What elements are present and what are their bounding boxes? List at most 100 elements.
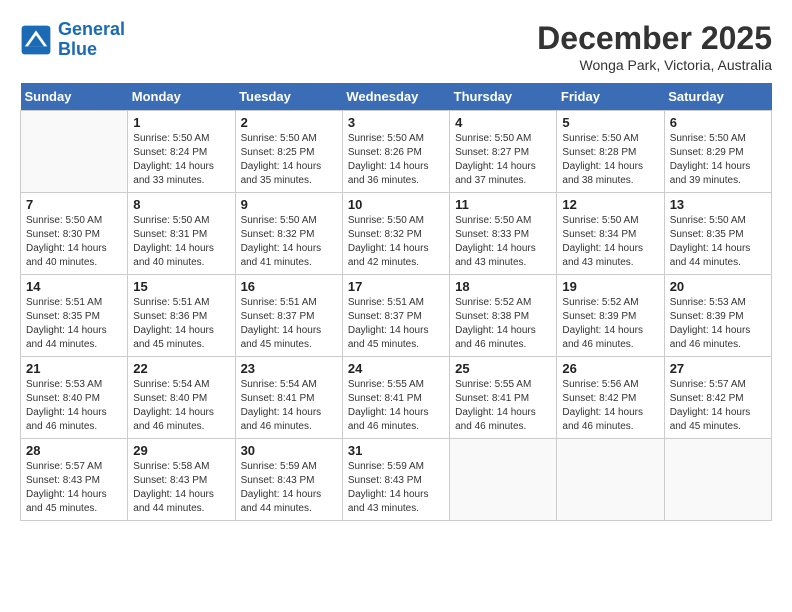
calendar-cell: 18 Sunrise: 5:52 AM Sunset: 8:38 PM Dayli… [450,275,557,357]
calendar-cell: 19Sunrise: 5:52 AM Sunset: 8:39 PM Dayli… [557,275,664,357]
day-number: 29 [133,443,229,458]
day-number: 7 [26,197,122,212]
day-number: 8 [133,197,229,212]
day-info: Sunrise: 5:52 AM Sunset: 8:38 PM Dayligh… [455,296,551,352]
day-info: Sunrise: 5:58 AM Sunset: 8:43 PM Dayligh… [133,460,229,516]
day-info: Sunrise: 5:50 AM Sunset: 8:32 PM Dayligh… [241,214,337,270]
col-friday: Friday [557,83,664,111]
calendar-cell [21,111,128,193]
day-info: Sunrise: 5:50 AM Sunset: 8:25 PM Dayligh… [241,132,337,188]
day-number: 16 [241,279,337,294]
day-info: Sunrise: 5:59 AM Sunset: 8:43 PM Dayligh… [348,460,444,516]
calendar-cell: 9 Sunrise: 5:50 AM Sunset: 8:32 PM Daylig… [235,193,342,275]
day-number: 30 [241,443,337,458]
day-number: 1 [133,115,229,130]
day-info: Sunrise: 5:50 AM Sunset: 8:33 PM Dayligh… [455,214,551,270]
calendar-cell: 31 Sunrise: 5:59 AM Sunset: 8:43 PM Dayli… [342,439,449,521]
title-block: December 2025 Wonga Park, Victoria, Aust… [537,20,772,73]
calendar-cell: 7 Sunrise: 5:50 AM Sunset: 8:30 PM Daylig… [21,193,128,275]
calendar-cell: 8Sunrise: 5:50 AM Sunset: 8:31 PM Daylig… [128,193,235,275]
day-number: 9 [241,197,337,212]
logo-line2: Blue [58,39,97,59]
day-number: 3 [348,115,444,130]
day-info: Sunrise: 5:50 AM Sunset: 8:26 PM Dayligh… [348,132,444,188]
day-number: 26 [562,361,658,376]
day-number: 18 [455,279,551,294]
page-header: General Blue December 2025 Wonga Park, V… [20,20,772,73]
day-number: 28 [26,443,122,458]
day-number: 10 [348,197,444,212]
calendar-cell: 28 Sunrise: 5:57 AM Sunset: 8:43 PM Dayli… [21,439,128,521]
month-title: December 2025 [537,20,772,57]
day-number: 4 [455,115,551,130]
calendar-week-3: 14Sunrise: 5:51 AM Sunset: 8:35 PM Dayli… [21,275,772,357]
calendar-cell [557,439,664,521]
day-info: Sunrise: 5:51 AM Sunset: 8:37 PM Dayligh… [348,296,444,352]
day-number: 19 [562,279,658,294]
day-number: 25 [455,361,551,376]
calendar-cell: 4Sunrise: 5:50 AM Sunset: 8:27 PM Daylig… [450,111,557,193]
calendar-cell: 15 Sunrise: 5:51 AM Sunset: 8:36 PM Dayli… [128,275,235,357]
logo-line1: General [58,19,125,39]
day-info: Sunrise: 5:55 AM Sunset: 8:41 PM Dayligh… [348,378,444,434]
calendar-cell: 12Sunrise: 5:50 AM Sunset: 8:34 PM Dayli… [557,193,664,275]
calendar-cell [450,439,557,521]
day-info: Sunrise: 5:51 AM Sunset: 8:36 PM Dayligh… [133,296,229,352]
day-info: Sunrise: 5:54 AM Sunset: 8:41 PM Dayligh… [241,378,337,434]
day-info: Sunrise: 5:53 AM Sunset: 8:40 PM Dayligh… [26,378,122,434]
day-info: Sunrise: 5:50 AM Sunset: 8:30 PM Dayligh… [26,214,122,270]
calendar-cell [664,439,771,521]
day-number: 15 [133,279,229,294]
calendar-cell: 3 Sunrise: 5:50 AM Sunset: 8:26 PM Daylig… [342,111,449,193]
day-number: 31 [348,443,444,458]
day-number: 6 [670,115,766,130]
day-info: Sunrise: 5:51 AM Sunset: 8:37 PM Dayligh… [241,296,337,352]
calendar-cell: 21Sunrise: 5:53 AM Sunset: 8:40 PM Dayli… [21,357,128,439]
calendar-week-4: 21Sunrise: 5:53 AM Sunset: 8:40 PM Dayli… [21,357,772,439]
col-thursday: Thursday [450,83,557,111]
day-number: 5 [562,115,658,130]
calendar-cell: 30 Sunrise: 5:59 AM Sunset: 8:43 PM Dayli… [235,439,342,521]
day-number: 2 [241,115,337,130]
calendar-cell: 25 Sunrise: 5:55 AM Sunset: 8:41 PM Dayli… [450,357,557,439]
calendar-cell: 5 Sunrise: 5:50 AM Sunset: 8:28 PM Daylig… [557,111,664,193]
logo-icon [20,24,52,56]
day-number: 17 [348,279,444,294]
col-sunday: Sunday [21,83,128,111]
day-number: 20 [670,279,766,294]
day-info: Sunrise: 5:57 AM Sunset: 8:43 PM Dayligh… [26,460,122,516]
day-info: Sunrise: 5:50 AM Sunset: 8:35 PM Dayligh… [670,214,766,270]
calendar-week-1: 1 Sunrise: 5:50 AM Sunset: 8:24 PM Daylig… [21,111,772,193]
col-monday: Monday [128,83,235,111]
calendar-cell: 27Sunrise: 5:57 AM Sunset: 8:42 PM Dayli… [664,357,771,439]
day-number: 23 [241,361,337,376]
calendar-table: Sunday Monday Tuesday Wednesday Thursday… [20,83,772,521]
location-subtitle: Wonga Park, Victoria, Australia [537,57,772,73]
calendar-cell: 1 Sunrise: 5:50 AM Sunset: 8:24 PM Daylig… [128,111,235,193]
calendar-week-5: 28 Sunrise: 5:57 AM Sunset: 8:43 PM Dayli… [21,439,772,521]
calendar-cell: 2 Sunrise: 5:50 AM Sunset: 8:25 PM Daylig… [235,111,342,193]
calendar-cell: 26Sunrise: 5:56 AM Sunset: 8:42 PM Dayli… [557,357,664,439]
calendar-cell: 10 Sunrise: 5:50 AM Sunset: 8:32 PM Dayli… [342,193,449,275]
logo-text: General Blue [58,20,125,60]
day-info: Sunrise: 5:50 AM Sunset: 8:32 PM Dayligh… [348,214,444,270]
calendar-cell: 13Sunrise: 5:50 AM Sunset: 8:35 PM Dayli… [664,193,771,275]
calendar-week-2: 7 Sunrise: 5:50 AM Sunset: 8:30 PM Daylig… [21,193,772,275]
col-wednesday: Wednesday [342,83,449,111]
calendar-cell: 14Sunrise: 5:51 AM Sunset: 8:35 PM Dayli… [21,275,128,357]
calendar-cell: 16 Sunrise: 5:51 AM Sunset: 8:37 PM Dayli… [235,275,342,357]
day-number: 11 [455,197,551,212]
day-info: Sunrise: 5:53 AM Sunset: 8:39 PM Dayligh… [670,296,766,352]
col-tuesday: Tuesday [235,83,342,111]
calendar-cell: 24 Sunrise: 5:55 AM Sunset: 8:41 PM Dayli… [342,357,449,439]
day-info: Sunrise: 5:50 AM Sunset: 8:34 PM Dayligh… [562,214,658,270]
day-number: 24 [348,361,444,376]
day-info: Sunrise: 5:59 AM Sunset: 8:43 PM Dayligh… [241,460,337,516]
calendar-cell: 23 Sunrise: 5:54 AM Sunset: 8:41 PM Dayli… [235,357,342,439]
calendar-cell: 22Sunrise: 5:54 AM Sunset: 8:40 PM Dayli… [128,357,235,439]
day-info: Sunrise: 5:50 AM Sunset: 8:28 PM Dayligh… [562,132,658,188]
day-info: Sunrise: 5:55 AM Sunset: 8:41 PM Dayligh… [455,378,551,434]
day-info: Sunrise: 5:50 AM Sunset: 8:24 PM Dayligh… [133,132,229,188]
day-number: 27 [670,361,766,376]
col-saturday: Saturday [664,83,771,111]
